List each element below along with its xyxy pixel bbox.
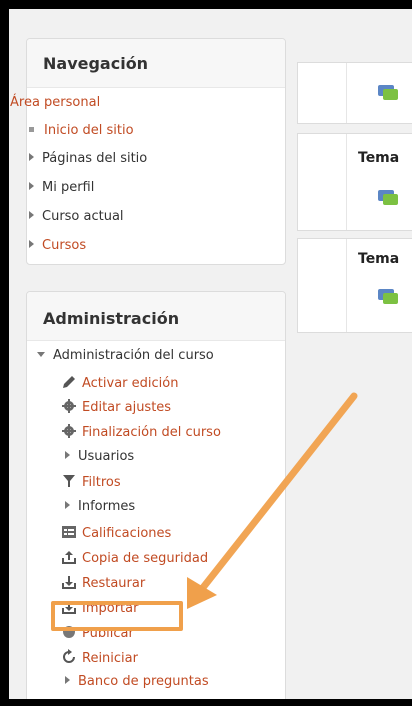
page: Navegación Área personal Inicio del siti…	[9, 9, 412, 699]
annotation-arrow	[187, 392, 358, 609]
